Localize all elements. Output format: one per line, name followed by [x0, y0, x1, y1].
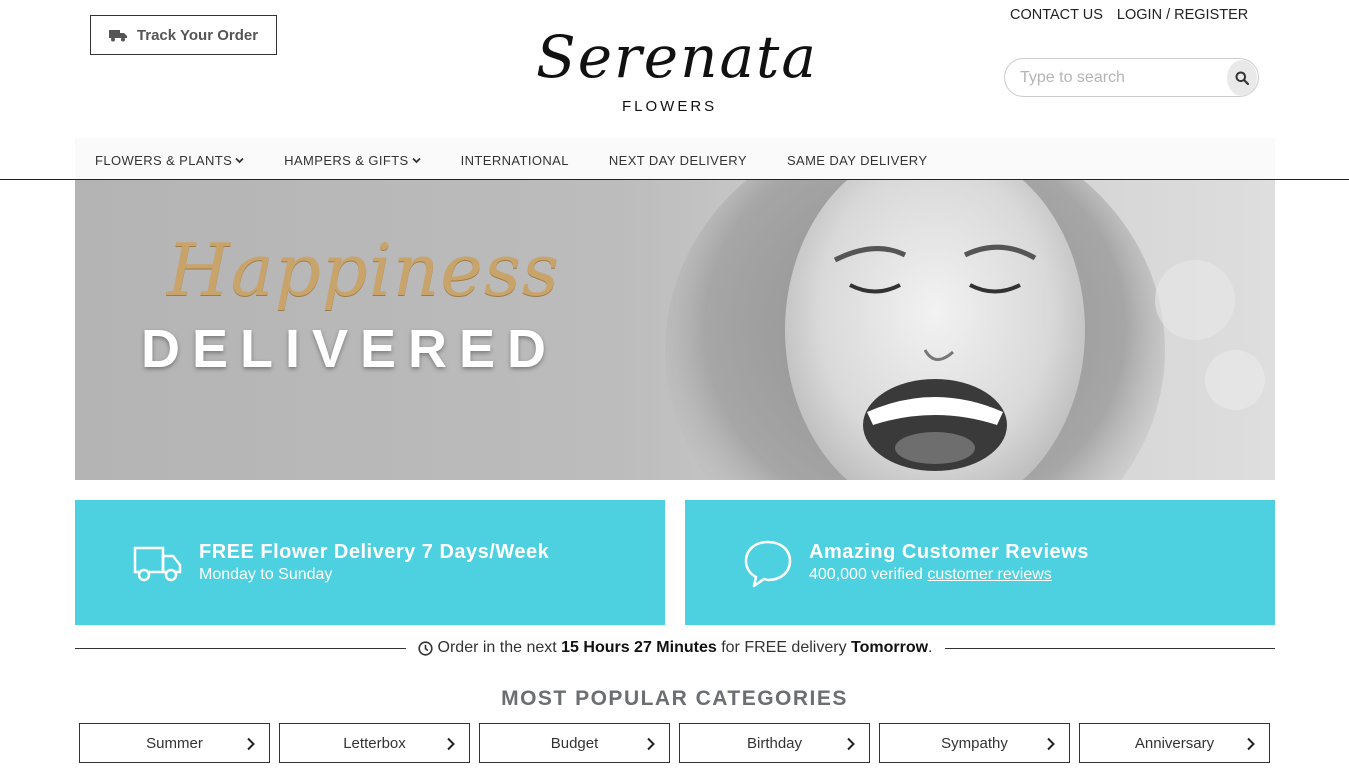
category-label: Budget: [550, 734, 599, 752]
truck-icon: [108, 30, 127, 42]
logo-script: Serenata: [536, 23, 818, 91]
nav-label: HAMPERS & GIFTS: [284, 152, 409, 168]
reviews-count: 400,000 verified: [809, 566, 928, 583]
search-bar: [1004, 58, 1259, 97]
chevron-right-icon: [247, 737, 255, 751]
category-birthday[interactable]: Birthday: [679, 723, 870, 763]
chevron-right-icon: [1247, 737, 1255, 751]
free-delivery-panel[interactable]: FREE Flower Delivery 7 Days/Week Monday …: [75, 500, 665, 625]
chevron-right-icon: [447, 737, 455, 751]
customer-reviews-link[interactable]: customer reviews: [927, 566, 1051, 583]
hero-banner[interactable]: Happiness DELIVERED: [75, 180, 1275, 480]
countdown-rule-left: [75, 647, 406, 649]
category-label: Sympathy: [941, 734, 1008, 752]
reviews-title: Amazing Customer Reviews: [809, 541, 1089, 563]
search-input[interactable]: [1020, 68, 1227, 87]
category-budget[interactable]: Budget: [479, 723, 670, 763]
nav-label: SAME DAY DELIVERY: [786, 152, 928, 168]
chevron-right-icon: [1047, 737, 1055, 751]
nav-next-day-delivery[interactable]: NEXT DAY DELIVERY: [589, 153, 767, 168]
track-order-button[interactable]: Track Your Order: [90, 15, 277, 55]
logo[interactable]: Serenata FLOWERS: [536, 22, 816, 117]
chevron-down-icon: [235, 157, 244, 163]
speech-bubble-icon: [744, 540, 792, 587]
countdown-rule-right: [944, 647, 1276, 649]
delivery-countdown: Order in the next 15 Hours 27 Minutes fo…: [75, 637, 1276, 659]
chevron-down-icon: [411, 157, 421, 163]
free-delivery-title: FREE Flower Delivery 7 Days/Week: [199, 541, 550, 563]
logo-sub: FLOWERS: [622, 98, 718, 115]
countdown-suffix: .: [928, 639, 933, 656]
countdown-prefix: Order in the next: [437, 639, 562, 656]
category-anniversary[interactable]: Anniversary: [1079, 723, 1270, 763]
nav-label: INTERNATIONAL: [460, 152, 569, 168]
nav-flowers-plants[interactable]: FLOWERS & PLANTS: [75, 153, 264, 168]
hero-woman-image: [665, 180, 1265, 480]
search-button[interactable]: [1227, 59, 1257, 96]
countdown-time: 15 Hours 27 Minutes: [561, 639, 717, 656]
nav-same-day-delivery[interactable]: SAME DAY DELIVERY: [767, 153, 947, 168]
countdown-middle: for FREE delivery: [716, 639, 852, 656]
top-links: CONTACT US LOGIN / REGISTER: [1010, 7, 1248, 23]
category-label: Letterbox: [343, 734, 406, 752]
category-label: Birthday: [746, 734, 803, 752]
search-icon: [1235, 71, 1249, 85]
countdown-line: Order in the next 15 Hours 27 Minutes fo…: [438, 639, 933, 657]
track-order-label: Track Your Order: [136, 26, 259, 44]
category-letterbox[interactable]: Letterbox: [279, 723, 470, 763]
hero-headline: DELIVERED: [141, 319, 559, 379]
nav-international[interactable]: INTERNATIONAL: [441, 153, 589, 168]
reviews-panel[interactable]: Amazing Customer Reviews 400,000 verifie…: [685, 500, 1275, 625]
reviews-text: Amazing Customer Reviews 400,000 verifie…: [809, 541, 1089, 584]
nav-label: FLOWERS & PLANTS: [95, 152, 233, 168]
free-delivery-text: FREE Flower Delivery 7 Days/Week Monday …: [199, 541, 549, 584]
contact-us-link[interactable]: CONTACT US: [1010, 7, 1103, 23]
categories-heading: MOST POPULAR CATEGORIES: [501, 687, 848, 710]
category-label: Anniversary: [1134, 734, 1215, 752]
truck-icon: [133, 546, 182, 581]
hero-script-text: Happiness: [167, 228, 560, 312]
chevron-right-icon: [647, 737, 655, 751]
category-summer[interactable]: Summer: [79, 723, 270, 763]
category-sympathy[interactable]: Sympathy: [879, 723, 1070, 763]
category-label: Summer: [146, 734, 203, 752]
clock-icon: [417, 640, 433, 656]
countdown-text: Order in the next 15 Hours 27 Minutes fo…: [406, 639, 945, 657]
nav-label: NEXT DAY DELIVERY: [608, 152, 747, 168]
reviews-sub: 400,000 verified customer reviews: [809, 566, 1089, 584]
category-list: Summer Letterbox Budget Birthday Sympath…: [79, 723, 1270, 763]
chevron-right-icon: [847, 737, 855, 751]
nav-hampers-gifts[interactable]: HAMPERS & GIFTS: [264, 153, 440, 168]
login-register-link[interactable]: LOGIN / REGISTER: [1117, 7, 1248, 23]
main-nav: FLOWERS & PLANTS HAMPERS & GIFTS INTERNA…: [75, 141, 947, 179]
free-delivery-sub: Monday to Sunday: [199, 566, 333, 583]
countdown-day: Tomorrow: [851, 639, 929, 656]
